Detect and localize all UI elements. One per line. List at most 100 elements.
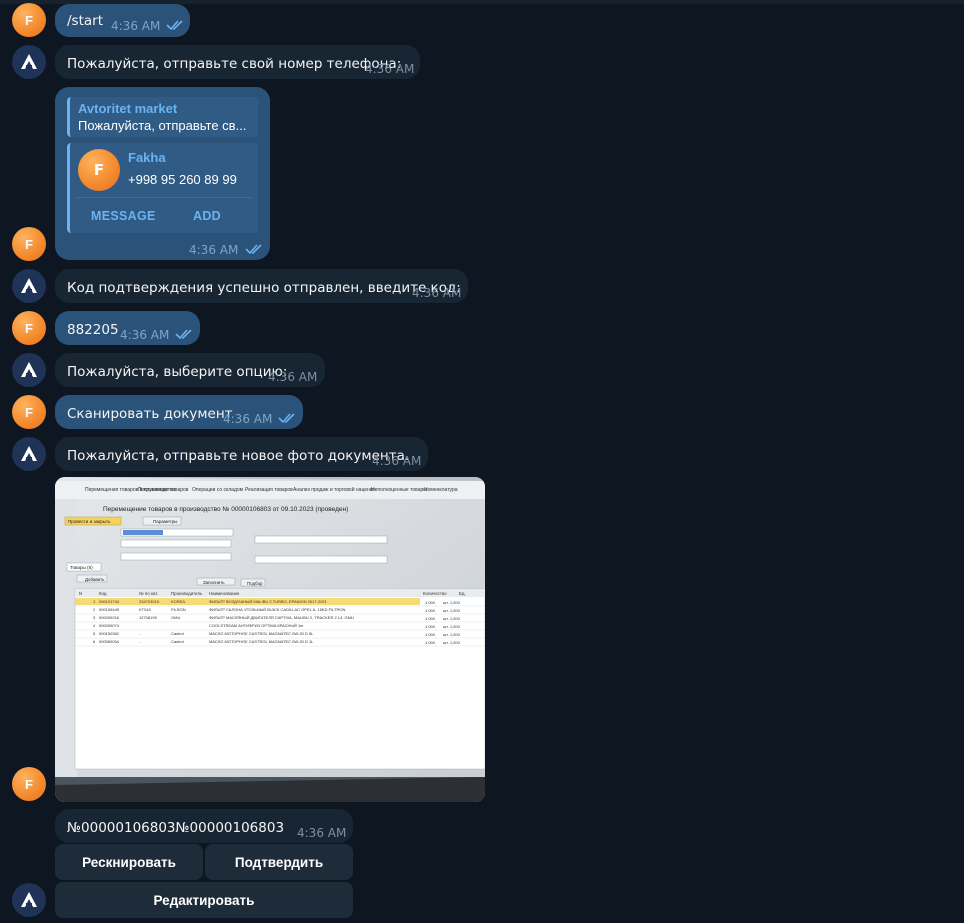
- bot-avatar[interactable]: [12, 437, 46, 471]
- user-avatar[interactable]: F: [12, 395, 46, 429]
- photo-col-header: Наименование: [209, 591, 240, 596]
- message-bubble[interactable]: №00000106803№00000106803 4:36 AM: [55, 809, 353, 843]
- bot-avatar[interactable]: [12, 353, 46, 387]
- photo-cell: шт. 1,000: [443, 640, 461, 645]
- photo-doc-title: Перемещение товаров в производство № 000…: [103, 506, 348, 513]
- photo-menu-item: Номенклатура: [424, 487, 458, 493]
- confirm-button[interactable]: Подтвердить: [205, 844, 353, 880]
- contact-card[interactable]: F Fakha +998 95 260 89 99 MESSAGE ADD: [67, 143, 258, 233]
- reply-author: Avtoritet market: [78, 101, 178, 116]
- bot-avatar[interactable]: [12, 45, 46, 79]
- photo-cell: 000099074: [99, 623, 120, 628]
- bot-logo-icon: [21, 54, 37, 69]
- bot-logo-icon: [21, 362, 37, 377]
- photo-select-button: Подбор: [247, 581, 263, 586]
- bot-logo-icon: [21, 278, 37, 293]
- reply-quote[interactable]: Avtoritet market Пожалуйста, отправьте с…: [67, 97, 258, 137]
- photo-cell: шт. 1,000: [443, 624, 461, 629]
- photo-cell: ФИЛЬТР МАСЛЯНЫЙ ДВИГАТЕЛЯ CAPTIVA, MALIB…: [209, 615, 354, 620]
- message-bubble[interactable]: Код подтверждения успешно отправлен, вве…: [55, 269, 468, 303]
- read-checks-icon: [175, 329, 192, 340]
- photo-cell: COOLSTREAM АНТИФРИЗ OPTIMA КРАСНЫЙ 1кг: [209, 623, 304, 628]
- photo-cell: 1,000: [425, 640, 436, 645]
- photo-col-header: Производитель: [171, 591, 203, 596]
- message-text: Код подтверждения успешно отправлен, вве…: [67, 280, 461, 296]
- contact-name: Fakha: [128, 150, 166, 165]
- photo-cell: шт. 1,000: [443, 632, 461, 637]
- message-text: Пожалуйста, отправьте свой номер телефон…: [67, 56, 402, 72]
- message-text: Пожалуйста, выберите опцию:: [67, 364, 288, 380]
- message-time: 4:36 AM: [120, 328, 170, 342]
- message-time: 4:36 AM: [268, 370, 318, 384]
- bot-logo-icon: [21, 892, 37, 907]
- message-time: 4:36 AM: [372, 454, 422, 468]
- message-bubble[interactable]: Пожалуйста, отправьте новое фото докумен…: [55, 437, 428, 471]
- message-time: 4:36 AM: [412, 286, 462, 300]
- message-text: /start: [67, 13, 103, 29]
- message-bubble[interactable]: Пожалуйста, отправьте свой номер телефон…: [55, 45, 420, 79]
- photo-cell: 1,000: [425, 624, 436, 629]
- photo-col-header: N: [79, 591, 82, 596]
- photo-cell: FILRON: [171, 607, 186, 612]
- message-time: 4:36 AM: [189, 243, 239, 257]
- photo-save-button: Провести и закрыть: [68, 519, 111, 524]
- photo-cell: МАСЛО МОТОРНОЕ CASTROL MAGNATEC 0W-30 D …: [209, 631, 314, 636]
- photo-fill-button: Заполнить: [203, 580, 225, 585]
- photo-menu-item: Неполноценные товары: [371, 487, 427, 493]
- photo-cell: Castrol: [171, 639, 184, 644]
- message-text: Сканировать документ: [67, 406, 233, 422]
- photo-menu-item: Операции со складом: [192, 487, 244, 493]
- user-avatar[interactable]: F: [12, 311, 46, 345]
- message-time: 4:36 AM: [223, 412, 273, 426]
- photo-cell: ФИЛЬТР САЛОНА УГОЛЬНЫЙ BUICK CADILLAC OP…: [209, 607, 346, 612]
- photo-cell: 1,000: [425, 616, 436, 621]
- photo-cell: 000099216: [99, 615, 120, 620]
- photo-cell: шт. 1,000: [443, 608, 461, 613]
- photo-cell: 000069004: [99, 639, 120, 644]
- contact-message-bubble[interactable]: Avtoritet market Пожалуйста, отправьте с…: [55, 87, 270, 260]
- bot-avatar[interactable]: [12, 883, 46, 917]
- contact-avatar: F: [78, 149, 120, 191]
- photo-menu-item: Анализ продаж и торговой наценки: [293, 486, 375, 493]
- message-bubble[interactable]: Сканировать документ 4:36 AM: [55, 395, 303, 429]
- photo-params-button: Параметры: [153, 519, 178, 524]
- message-text: №00000106803№00000106803: [67, 820, 285, 836]
- photo-cell: шт. 1,000: [443, 600, 461, 605]
- message-bubble[interactable]: /start 4:36 AM: [55, 4, 190, 37]
- photo-cell: 000106449: [99, 607, 120, 612]
- message-text: Пожалуйста, отправьте новое фото докумен…: [67, 448, 410, 464]
- photo-cell: GMU: [171, 615, 180, 620]
- photo-cell: 000150362: [99, 631, 120, 636]
- message-time: 4:36 AM: [111, 19, 161, 33]
- bot-avatar[interactable]: [12, 269, 46, 303]
- divider: [76, 197, 252, 198]
- contact-add-button[interactable]: ADD: [193, 207, 221, 225]
- photo-cell: Castrol: [171, 631, 184, 636]
- document-photo[interactable]: Перемещения товаров в производство Посту…: [55, 477, 485, 802]
- user-avatar[interactable]: F: [12, 3, 46, 37]
- photo-cell: МАСЛО МОТОРНОЕ CASTROL MAGNATEC 0W-30 D …: [209, 639, 314, 644]
- message-bubble[interactable]: 882205 4:36 AM: [55, 311, 200, 345]
- photo-col-header: Количество: [423, 591, 447, 596]
- message-bubble[interactable]: Пожалуйста, выберите опцию: 4:36 AM: [55, 353, 325, 387]
- photo-cell: 1,000: [425, 632, 436, 637]
- photo-cell: KOREA: [171, 599, 185, 604]
- photo-cell: 12708199: [139, 615, 158, 620]
- user-avatar[interactable]: F: [12, 227, 46, 261]
- message-time: 4:36 AM: [365, 62, 415, 76]
- message-text: 882205: [67, 322, 119, 338]
- photo-tab: Товары (6): [70, 565, 93, 570]
- photo-add-button: Добавить: [85, 577, 105, 582]
- contact-message-button[interactable]: MESSAGE: [91, 207, 156, 225]
- message-time: 4:36 AM: [297, 826, 347, 840]
- photo-menu-item: Реализация товаров: [245, 487, 293, 493]
- photo-cell: 234703015: [139, 599, 160, 604]
- edit-button[interactable]: Редактировать: [55, 882, 353, 918]
- read-checks-icon: [278, 413, 295, 424]
- reply-text: Пожалуйста, отправьте св...: [78, 118, 247, 133]
- document-photo-image: Перемещения товаров в производство Посту…: [55, 477, 485, 802]
- user-avatar[interactable]: F: [12, 767, 46, 801]
- contact-phone: +998 95 260 89 99: [128, 172, 237, 187]
- photo-col-header: Ед.: [459, 591, 466, 596]
- rescan-button[interactable]: Рескнировать: [55, 844, 203, 880]
